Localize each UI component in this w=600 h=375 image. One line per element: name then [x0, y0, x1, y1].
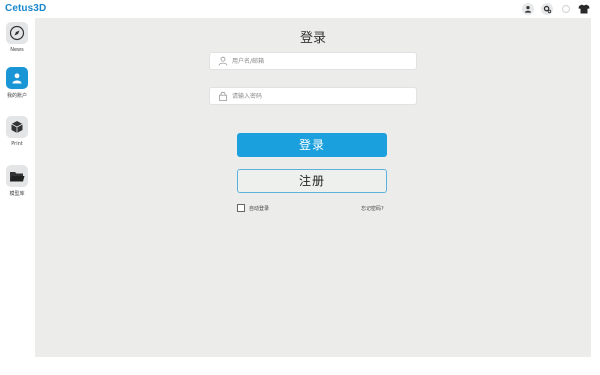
sidebar-item-model-library[interactable]: 模型库: [0, 165, 34, 197]
sidebar-item-print[interactable]: Print: [0, 116, 34, 147]
app-logo: Cetus3D: [5, 3, 47, 14]
sidebar: News 我的账户 Print 模型库: [0, 18, 34, 375]
auto-login-label: 自动登录: [249, 206, 270, 212]
register-button[interactable]: 注册: [237, 169, 387, 193]
username-input[interactable]: [232, 54, 412, 68]
sidebar-item-label: 模型库: [9, 191, 25, 197]
sidebar-item-news[interactable]: News: [0, 22, 34, 53]
login-panel: 登录 登录 注册 自动登录 忘记密码?: [35, 18, 591, 357]
compass-icon: [6, 22, 28, 44]
user-icon[interactable]: [522, 3, 534, 15]
username-field[interactable]: [209, 52, 417, 70]
forgot-password-link[interactable]: 忘记密码?: [361, 205, 384, 212]
password-input[interactable]: [232, 89, 412, 103]
top-bar: Cetus3D: [0, 0, 600, 18]
user-icon: [6, 67, 28, 89]
login-button[interactable]: 登录: [237, 133, 387, 157]
page-title: 登录: [299, 31, 326, 46]
user-icon: [218, 56, 228, 66]
lock-icon: [219, 91, 227, 101]
password-field[interactable]: [209, 87, 417, 105]
auto-login-checkbox[interactable]: [237, 204, 245, 212]
loading-spinner-icon: [560, 3, 572, 15]
sidebar-item-account[interactable]: 我的账户: [0, 67, 34, 99]
sidebar-item-label: News: [10, 47, 24, 53]
cube-icon: [6, 116, 28, 138]
tshirt-icon[interactable]: [578, 3, 590, 15]
gear-icon[interactable]: [541, 3, 553, 15]
sidebar-item-label: 我的账户: [6, 93, 27, 99]
sidebar-item-label: Print: [11, 141, 23, 147]
folder-icon: [6, 165, 28, 187]
